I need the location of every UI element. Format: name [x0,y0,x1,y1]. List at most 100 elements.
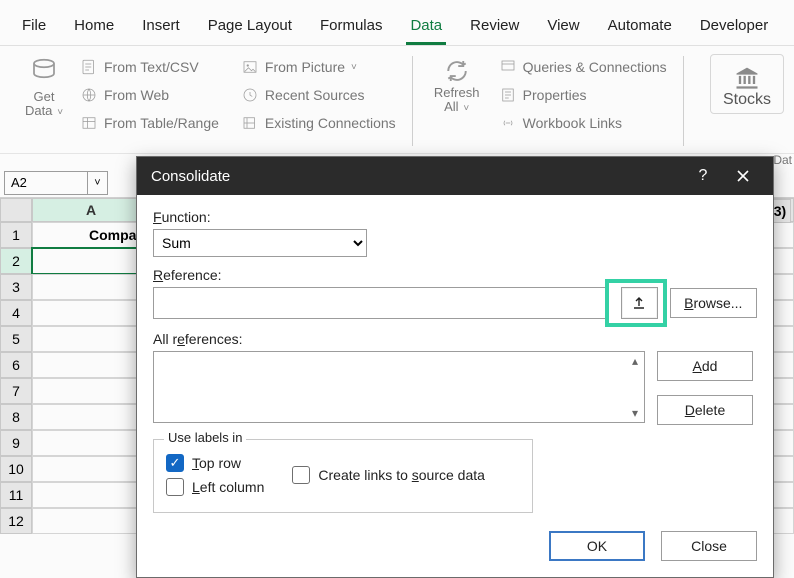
consolidate-dialog: Consolidate ? Function: Sum Reference: B… [136,156,774,578]
refresh-all-button[interactable]: Refresh All ˅ [425,54,489,115]
get-data-label2: Data [25,103,52,118]
cell-a11[interactable] [32,482,150,508]
globe-icon [80,86,98,104]
queries-connections-button[interactable]: Queries & Connections [495,56,671,78]
left-column-label: Left column [192,479,264,495]
picture-icon [241,58,259,76]
select-all-corner[interactable] [0,198,32,222]
cell-a12[interactable] [32,508,150,534]
cell-a6[interactable] [32,352,150,378]
delete-button[interactable]: Delete [657,395,753,425]
function-label: Function: [153,209,757,225]
refresh-label1: Refresh [434,86,480,100]
use-labels-group: Use labels in ✓ Top row Left column Crea… [153,439,533,513]
menu-view[interactable]: View [533,7,593,44]
menu-home[interactable]: Home [60,7,128,44]
row-header-6[interactable]: 6 [0,352,32,378]
row-header-1[interactable]: 1 [0,222,32,248]
all-references-label: All references: [153,331,757,347]
dialog-help-button[interactable]: ? [683,157,723,195]
browse-button[interactable]: Browse... [670,288,757,318]
dialog-titlebar[interactable]: Consolidate ? [137,157,773,195]
menu-bar: File Home Insert Page Layout Formulas Da… [0,0,794,46]
row-header-3[interactable]: 3 [0,274,32,300]
menu-page-layout[interactable]: Page Layout [194,7,306,44]
all-references-list[interactable]: ▴ ▾ [153,351,645,423]
ribbon-group-get-transform: Get Data ˅ From Text/CSV From Web From T… [10,54,408,134]
file-text-icon [80,58,98,76]
cell-a5[interactable] [32,326,150,352]
get-data-label1: Get [34,90,55,104]
cell-a4[interactable] [32,300,150,326]
cell-a10[interactable] [32,456,150,482]
reference-input[interactable] [153,287,609,319]
menu-data[interactable]: Data [396,7,456,44]
col-header-a[interactable]: A [32,198,150,222]
cell-a9[interactable] [32,430,150,456]
scroll-down-icon[interactable]: ▾ [628,406,642,420]
workbook-links-button[interactable]: Workbook Links [495,112,671,134]
create-links-label: Create links to source data [318,467,485,483]
dialog-close-button[interactable] [723,157,763,195]
stocks-label: Stocks [723,91,771,109]
name-box-dropdown-icon[interactable]: ˅ [87,172,107,194]
get-data-button[interactable]: Get Data ˅ [18,54,70,119]
row-header-8[interactable]: 8 [0,404,32,430]
queries-icon [499,58,517,76]
recent-icon [241,86,259,104]
properties-button[interactable]: Properties [495,84,671,106]
from-table-range-button[interactable]: From Table/Range [76,112,223,134]
bank-icon [730,63,764,91]
properties-icon [499,86,517,104]
row-header-2[interactable]: 2 [0,248,32,274]
menu-insert[interactable]: Insert [128,7,194,44]
scroll-up-icon[interactable]: ▴ [628,354,642,368]
database-icon [29,56,59,86]
row-header-4[interactable]: 4 [0,300,32,326]
cell-a2[interactable] [32,248,150,274]
left-column-checkbox[interactable] [166,478,184,496]
cell-a8[interactable] [32,404,150,430]
menu-file[interactable]: File [8,7,60,44]
create-links-checkbox[interactable] [292,466,310,484]
cell-a7[interactable] [32,378,150,404]
from-text-csv-button[interactable]: From Text/CSV [76,56,223,78]
ribbon: Get Data ˅ From Text/CSV From Web From T… [0,46,794,154]
function-select[interactable]: Sum [153,229,367,257]
add-button[interactable]: Add [657,351,753,381]
row-header-5[interactable]: 5 [0,326,32,352]
row-header-12[interactable]: 12 [0,508,32,534]
name-box-value: A2 [11,175,27,190]
row-header-11[interactable]: 11 [0,482,32,508]
ribbon-group-label: Dat [773,153,792,167]
top-row-label: Top row [192,455,241,471]
row-header-9[interactable]: 9 [0,430,32,456]
ok-button[interactable]: OK [549,531,645,561]
refresh-label2: All [444,99,458,114]
dialog-title: Consolidate [151,168,230,185]
from-picture-button[interactable]: From Picture ˅ [237,56,400,78]
top-row-checkbox[interactable]: ✓ [166,454,184,472]
menu-formulas[interactable]: Formulas [306,7,397,44]
existing-connections-button[interactable]: Existing Connections [237,112,400,134]
connections-icon [241,114,259,132]
recent-sources-button[interactable]: Recent Sources [237,84,400,106]
menu-automate[interactable]: Automate [594,7,686,44]
close-icon [736,169,750,183]
refresh-icon [442,56,472,86]
cell-a1[interactable]: Compan [32,222,150,248]
cell-a3[interactable] [32,274,150,300]
from-web-button[interactable]: From Web [76,84,223,106]
tutorial-highlight [605,279,667,327]
row-header-10[interactable]: 10 [0,456,32,482]
use-labels-legend: Use labels in [164,430,246,445]
stocks-button[interactable]: Stocks [710,54,784,114]
close-button[interactable]: Close [661,531,757,561]
row-header-7[interactable]: 7 [0,378,32,404]
link-icon [499,114,517,132]
menu-developer[interactable]: Developer [686,7,782,44]
menu-review[interactable]: Review [456,7,533,44]
table-icon [80,114,98,132]
ribbon-group-queries: Refresh All ˅ Queries & Connections Prop… [417,54,679,134]
name-box[interactable]: A2 ˅ [4,171,108,195]
